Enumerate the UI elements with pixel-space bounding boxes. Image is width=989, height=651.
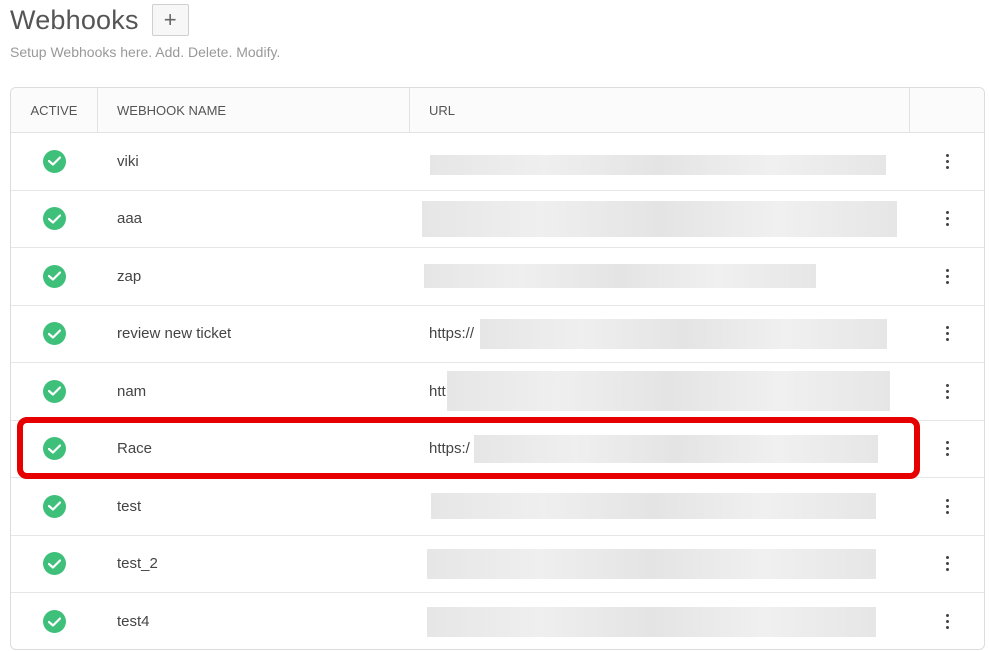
check-circle-icon[interactable]	[43, 437, 66, 461]
more-options-icon[interactable]	[940, 322, 955, 345]
webhook-name: Race	[117, 440, 153, 458]
webhook-name: test_2	[117, 555, 158, 573]
webhook-url: https:/	[410, 421, 910, 478]
webhook-url	[410, 133, 910, 190]
table-row[interactable]: zap	[11, 248, 984, 306]
active-cell	[11, 306, 98, 363]
table-row[interactable]: Race https:/	[11, 421, 984, 478]
url-text: https:/	[429, 440, 470, 458]
webhooks-table: ACTIVE WEBHOOK NAME URL viki aaa zap rev…	[10, 87, 985, 650]
webhook-name: review new ticket	[117, 325, 232, 343]
active-cell	[11, 593, 98, 649]
more-options-icon[interactable]	[940, 207, 955, 230]
more-options-icon[interactable]	[940, 552, 955, 575]
url-text: htt	[429, 382, 446, 400]
active-cell	[11, 133, 98, 190]
more-options-icon[interactable]	[940, 495, 955, 518]
check-circle-icon[interactable]	[43, 379, 66, 403]
table-header: ACTIVE WEBHOOK NAME URL	[11, 88, 984, 133]
webhook-url	[410, 191, 910, 248]
active-cell	[11, 191, 98, 248]
redacted-url-block	[474, 434, 878, 463]
webhook-url	[410, 248, 910, 305]
actions-cell	[910, 593, 984, 649]
redacted-url-block	[424, 264, 816, 289]
more-options-icon[interactable]	[940, 610, 955, 633]
more-options-icon[interactable]	[940, 437, 955, 460]
table-row[interactable]: review new ticket https://	[11, 306, 984, 363]
check-circle-icon[interactable]	[43, 264, 66, 288]
active-cell	[11, 363, 98, 420]
webhook-url	[410, 536, 910, 593]
webhook-name: zap	[117, 267, 142, 285]
more-options-icon[interactable]	[940, 150, 955, 173]
redacted-url-block	[422, 200, 897, 237]
url-text: https://	[429, 325, 475, 343]
more-options-icon[interactable]	[940, 265, 955, 288]
table-row[interactable]: nam htt	[11, 363, 984, 421]
redacted-url-block	[427, 606, 876, 637]
table-row[interactable]: test_2	[11, 536, 984, 593]
table-row[interactable]: aaa	[11, 191, 984, 248]
webhook-url: https://	[410, 306, 910, 363]
webhook-name: test	[117, 497, 142, 515]
actions-cell	[910, 191, 984, 248]
actions-cell	[910, 306, 984, 363]
active-cell	[11, 421, 98, 478]
redacted-url-block	[480, 318, 887, 349]
active-cell	[11, 536, 98, 593]
webhook-url	[410, 478, 910, 535]
table-row[interactable]: test	[11, 478, 984, 536]
column-header-name: WEBHOOK NAME	[98, 88, 410, 132]
column-header-actions	[910, 88, 984, 132]
redacted-url-block	[447, 371, 890, 412]
redacted-url-block	[430, 155, 886, 176]
redacted-url-block	[427, 548, 876, 579]
check-circle-icon[interactable]	[43, 494, 66, 518]
check-circle-icon[interactable]	[43, 149, 66, 173]
actions-cell	[910, 421, 984, 478]
webhook-name: test4	[117, 613, 150, 631]
table-row[interactable]: test4	[11, 593, 984, 649]
webhook-url: htt	[410, 363, 910, 420]
check-circle-icon[interactable]	[43, 552, 66, 576]
check-circle-icon[interactable]	[43, 610, 66, 634]
page-title: Webhooks	[10, 4, 139, 35]
column-header-url: URL	[410, 88, 910, 132]
column-header-active: ACTIVE	[11, 88, 98, 132]
webhook-name: aaa	[117, 210, 143, 228]
actions-cell	[910, 133, 984, 190]
actions-cell	[910, 536, 984, 593]
active-cell	[11, 478, 98, 535]
webhook-name: nam	[117, 382, 147, 400]
check-circle-icon[interactable]	[43, 207, 66, 231]
page-subtitle: Setup Webhooks here. Add. Delete. Modify…	[10, 44, 281, 60]
actions-cell	[910, 363, 984, 420]
webhook-url	[410, 593, 910, 649]
page-header: Webhooks +	[10, 4, 189, 36]
check-circle-icon[interactable]	[43, 322, 66, 346]
redacted-url-block	[431, 493, 876, 520]
add-webhook-button[interactable]: +	[151, 4, 189, 36]
actions-cell	[910, 248, 984, 305]
active-cell	[11, 248, 98, 305]
actions-cell	[910, 478, 984, 535]
table-row[interactable]: viki	[11, 133, 984, 191]
webhook-name: viki	[117, 152, 139, 170]
more-options-icon[interactable]	[940, 380, 955, 403]
